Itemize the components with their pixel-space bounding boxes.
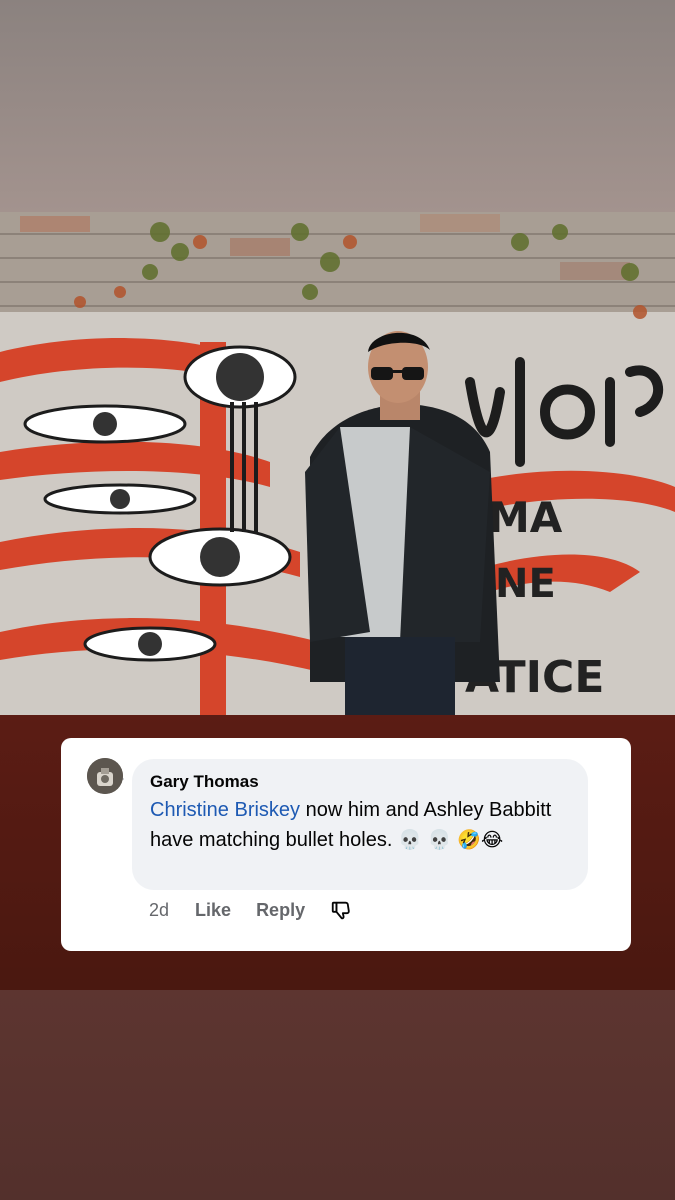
- story-top-background: [0, 0, 675, 212]
- avatar-image: [87, 758, 123, 794]
- comment-bubble: Gary Thomas Christine Briskey now him an…: [132, 759, 588, 890]
- thumbs-down-icon[interactable]: [330, 899, 352, 921]
- story-photo: MA NE ATICE: [0, 212, 675, 715]
- story-bottom-background: [0, 990, 675, 1200]
- like-button[interactable]: Like: [195, 900, 231, 921]
- mention-link[interactable]: Christine Briskey: [150, 799, 300, 821]
- comment-timestamp[interactable]: 2d: [149, 900, 169, 921]
- graffiti-text-ne: NE: [495, 561, 556, 607]
- graffiti-wall-photo: MA NE ATICE: [0, 212, 675, 715]
- reply-button[interactable]: Reply: [256, 900, 305, 921]
- avatar[interactable]: [87, 758, 123, 794]
- graffiti-text-ma: MA: [488, 493, 563, 542]
- comment-card: Gary Thomas Christine Briskey now him an…: [61, 738, 631, 951]
- comment-text: Christine Briskey now him and Ashley Bab…: [150, 795, 580, 855]
- comment-actions: 2d Like Reply: [149, 898, 352, 922]
- comment-author[interactable]: Gary Thomas: [150, 772, 259, 792]
- comment-emojis: 💀 💀 🤣😂: [397, 829, 504, 851]
